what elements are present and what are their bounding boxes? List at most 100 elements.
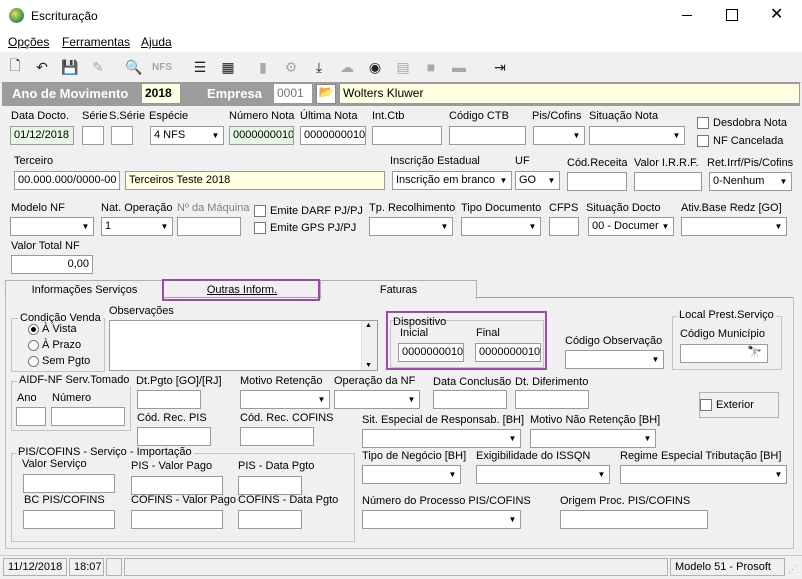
nf-cancelada-checkbox[interactable]: [697, 135, 709, 147]
preview-icon[interactable]: 🔍: [124, 57, 144, 77]
minimize-icon[interactable]: [680, 8, 694, 22]
bar-icon[interactable]: ▬: [449, 57, 469, 77]
exit-icon[interactable]: ⇥: [490, 57, 510, 77]
radio-sem-pgto[interactable]: [28, 356, 39, 367]
cod-receita-field[interactable]: [567, 172, 627, 191]
situacao-docto-select[interactable]: 00 - Documer ▼: [588, 217, 674, 236]
numero-processo-select[interactable]: ▼: [362, 510, 521, 529]
regime-especial-select[interactable]: ▼: [620, 465, 787, 484]
codigo-ctb-field[interactable]: [449, 126, 526, 145]
pis-data-pgto-field[interactable]: [238, 476, 302, 495]
cofins-data-pgto-field[interactable]: [238, 510, 302, 529]
ret-irrf-select[interactable]: 0-Nenhum ▼: [709, 172, 792, 191]
emite-darf-checkbox[interactable]: [254, 205, 266, 217]
save-icon[interactable]: 💾: [60, 57, 80, 77]
menu-ajuda[interactable]: Ajuda: [141, 35, 172, 49]
resize-grip-icon[interactable]: ⋰: [788, 564, 797, 575]
inscricao-select[interactable]: Inscrição em branco ▼: [392, 171, 512, 190]
motivo-nao-retencao-select[interactable]: ▼: [530, 429, 656, 448]
motivo-nao-retencao-label: Motivo Não Retenção [BH]: [530, 414, 661, 426]
radio-a-prazo[interactable]: [28, 340, 39, 351]
numero-nota-field[interactable]: 0000000010: [229, 126, 294, 145]
import-icon[interactable]: ⤓: [309, 57, 329, 77]
close-icon[interactable]: ✕: [770, 4, 783, 24]
motivo-retencao-select[interactable]: ▼: [240, 390, 330, 409]
tool-icon[interactable]: ⚙: [281, 57, 301, 77]
emite-gps-label: Emite GPS PJ/PJ: [270, 222, 357, 234]
sit-especial-select[interactable]: ▼: [362, 429, 521, 448]
undo-icon[interactable]: ↶: [32, 57, 52, 77]
aidf-ano-field[interactable]: [16, 407, 46, 426]
sserie-field[interactable]: [111, 126, 133, 145]
aidf-numero-field[interactable]: [51, 407, 125, 426]
nfs-icon[interactable]: NFS: [152, 57, 172, 77]
ativ-base-select[interactable]: ▼: [681, 217, 787, 236]
num-maquina-field[interactable]: [177, 217, 241, 236]
terceiro-cnpj-field[interactable]: 00.000.000/0000-00: [14, 171, 120, 190]
chevron-down-icon: ▼: [672, 131, 681, 140]
open-folder-icon[interactable]: 📂: [316, 84, 336, 104]
desdobra-nota-checkbox[interactable]: [697, 117, 709, 129]
origem-proc-label: Origem Proc. PIS/COFINS: [560, 495, 691, 507]
modelo-nf-select[interactable]: ▼: [10, 217, 94, 236]
exigibilidade-select[interactable]: ▼: [476, 465, 610, 484]
emite-gps-checkbox[interactable]: [254, 222, 266, 234]
menu-opcoes[interactable]: Opções: [8, 35, 49, 49]
menu-ferramentas[interactable]: Ferramentas: [62, 35, 130, 49]
tipo-negocio-select[interactable]: ▼: [362, 465, 461, 484]
dt-pgto-label: Dt.Pgto [GO]/[RJ]: [136, 375, 222, 387]
cfps-field[interactable]: [549, 217, 579, 236]
codigo-observacao-select[interactable]: ▼: [565, 350, 664, 369]
codigo-municipio-label: Código Município: [680, 328, 765, 340]
calculator-icon[interactable]: ▦: [218, 57, 238, 77]
ano-field[interactable]: 2018: [141, 83, 181, 104]
empresa-code-field[interactable]: 0001: [273, 83, 313, 104]
situacao-nota-select[interactable]: ▼: [589, 126, 685, 145]
serie-field[interactable]: [82, 126, 104, 145]
cod-rec-cofins-field[interactable]: [240, 427, 314, 446]
binoculars-icon[interactable]: 🔭: [747, 345, 762, 359]
data-docto-field[interactable]: 01/12/2018: [10, 126, 74, 145]
bc-piscofins-label: BC PIS/COFINS: [24, 494, 105, 506]
exterior-checkbox[interactable]: [700, 399, 712, 411]
especie-select[interactable]: 4 NFS ▼: [150, 126, 224, 145]
observacoes-scrollbar[interactable]: ▲ ▼: [361, 321, 377, 370]
sit-especial-label: Sit. Especial de Responsab. [BH]: [362, 414, 525, 426]
coin-icon[interactable]: ◉: [365, 57, 385, 77]
valor-servico-field[interactable]: [23, 474, 115, 493]
new-document-icon[interactable]: 🗋: [5, 57, 25, 77]
radio-sem-pgto-label: Sem Pgto: [42, 355, 91, 367]
document-icon[interactable]: ▤: [393, 57, 413, 77]
observacoes-textarea[interactable]: ▲ ▼: [109, 320, 378, 371]
aidf-numero-label: Número: [52, 392, 92, 404]
maximize-icon[interactable]: [726, 9, 738, 21]
pis-cofins-select[interactable]: ▼: [533, 126, 585, 145]
folder-icon[interactable]: ▮: [253, 57, 273, 77]
tp-recolhimento-select[interactable]: ▼: [369, 217, 453, 236]
data-conclusao-field[interactable]: [433, 390, 507, 409]
operacao-nf-label: Operação da NF: [334, 375, 416, 387]
nat-operacao-select[interactable]: 1 ▼: [101, 217, 173, 236]
chevron-down-icon: ▼: [651, 355, 660, 364]
uf-select[interactable]: GO ▼: [515, 171, 560, 190]
valor-total-field[interactable]: 0,00: [11, 255, 93, 274]
radio-a-vista[interactable]: [28, 324, 39, 335]
operacao-nf-select[interactable]: ▼: [334, 390, 420, 409]
dt-pgto-field[interactable]: [137, 390, 201, 409]
eraser-icon[interactable]: ✎: [88, 57, 108, 77]
cod-rec-pis-field[interactable]: [137, 427, 211, 446]
int-ctb-field[interactable]: [372, 126, 442, 145]
cloud-icon[interactable]: ☁: [337, 57, 357, 77]
list-icon[interactable]: ☰: [190, 57, 210, 77]
cofins-valor-pago-field[interactable]: [131, 510, 223, 529]
ativ-base-label: Ativ.Base Redz [GO]: [681, 202, 782, 214]
dt-diferimento-field[interactable]: [515, 390, 589, 409]
block-icon[interactable]: ■: [421, 57, 441, 77]
origem-proc-field[interactable]: [560, 510, 708, 529]
tipo-documento-select[interactable]: ▼: [461, 217, 541, 236]
status-date: 11/12/2018: [3, 558, 67, 576]
valor-irrf-field[interactable]: [634, 172, 702, 191]
chevron-down-icon: ▼: [508, 434, 517, 443]
pis-valor-pago-field[interactable]: [131, 476, 223, 495]
bc-piscofins-field[interactable]: [23, 510, 115, 529]
